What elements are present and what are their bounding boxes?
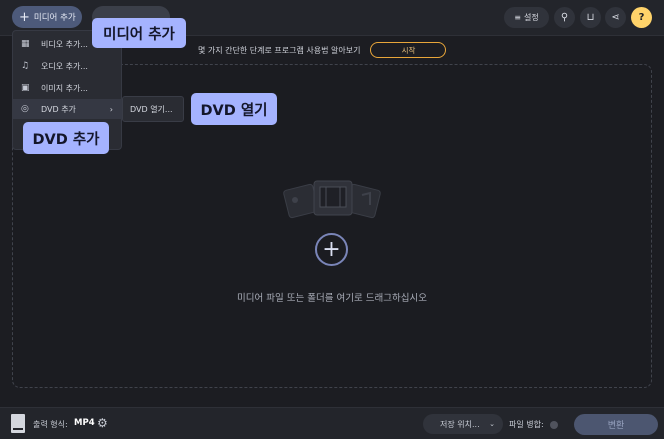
menu-item-label: 비디오 추가... [41, 39, 88, 49]
submenu-label: DVD 열기... [130, 104, 173, 114]
settings-icon: ≡ [514, 13, 521, 22]
callout-add-media: 미디어 추가 [92, 18, 186, 48]
gear-icon[interactable]: ⚙ [97, 416, 108, 430]
callout-open-dvd: DVD 열기 [191, 93, 277, 125]
help-icon[interactable]: ? [631, 7, 652, 28]
bottom-bar: 출력 형식: MP4 ⚙ 저장 위치... ⌄ 파일 병합: 변환 [0, 407, 664, 439]
menu-item-label: DVD 추가 [41, 104, 76, 114]
menu-item-label: 이미지 추가... [41, 83, 88, 93]
settings-label: 설정 [523, 13, 539, 22]
merge-files-toggle[interactable] [550, 421, 558, 429]
start-tutorial-button[interactable]: 시작 [370, 42, 447, 58]
media-illustration-icon [283, 180, 381, 219]
add-media-label: 미디어 추가 [33, 13, 76, 23]
share-icon[interactable]: ⋖ [605, 7, 626, 28]
cart-icon[interactable]: ⊔ [580, 7, 601, 28]
drop-zone-text: 미디어 파일 또는 폴더를 여기로 드래그하십시오 [237, 293, 427, 304]
output-format-icon[interactable] [11, 414, 25, 433]
tutorial-hint: 몇 가지 간단한 단계로 프로그램 사용법 알아보기 시작 [120, 40, 664, 60]
menu-item-label: 오디오 추가... [41, 61, 88, 71]
menu-item-add-audio[interactable]: ♫ 오디오 추가... [13, 56, 123, 76]
output-format-label: 출력 형식: [33, 420, 68, 429]
menu-item-add-image[interactable]: ▣ 이미지 추가... [13, 78, 123, 98]
image-icon: ▣ [21, 83, 30, 93]
chevron-down-icon: ⌄ [489, 420, 495, 428]
add-media-button[interactable]: + 미디어 추가 [12, 6, 82, 28]
merge-files-label: 파일 병합: [509, 420, 544, 429]
dvd-icon: ◎ [21, 104, 29, 114]
convert-button[interactable]: 변환 [574, 414, 658, 435]
plus-icon: + [19, 9, 30, 25]
chevron-right-icon: › [109, 104, 113, 114]
hint-text: 몇 가지 간단한 단계로 프로그램 사용법 알아보기 [198, 45, 361, 55]
save-location-select[interactable]: 저장 위치... ⌄ [423, 414, 503, 434]
audio-icon: ♫ [21, 61, 30, 71]
menu-item-add-dvd[interactable]: ◎ DVD 추가 › [13, 99, 123, 119]
output-format-value[interactable]: MP4 [74, 418, 95, 428]
settings-button[interactable]: ≡ 설정 [504, 7, 549, 28]
save-location-label: 저장 위치... [440, 419, 480, 429]
search-icon[interactable]: ⚲ [554, 7, 575, 28]
callout-add-dvd: DVD 추가 [23, 122, 109, 154]
add-media-circle-button[interactable]: + [315, 233, 348, 266]
menu-item-open-dvd[interactable]: DVD 열기... [122, 96, 184, 122]
video-icon: ▦ [21, 39, 30, 49]
